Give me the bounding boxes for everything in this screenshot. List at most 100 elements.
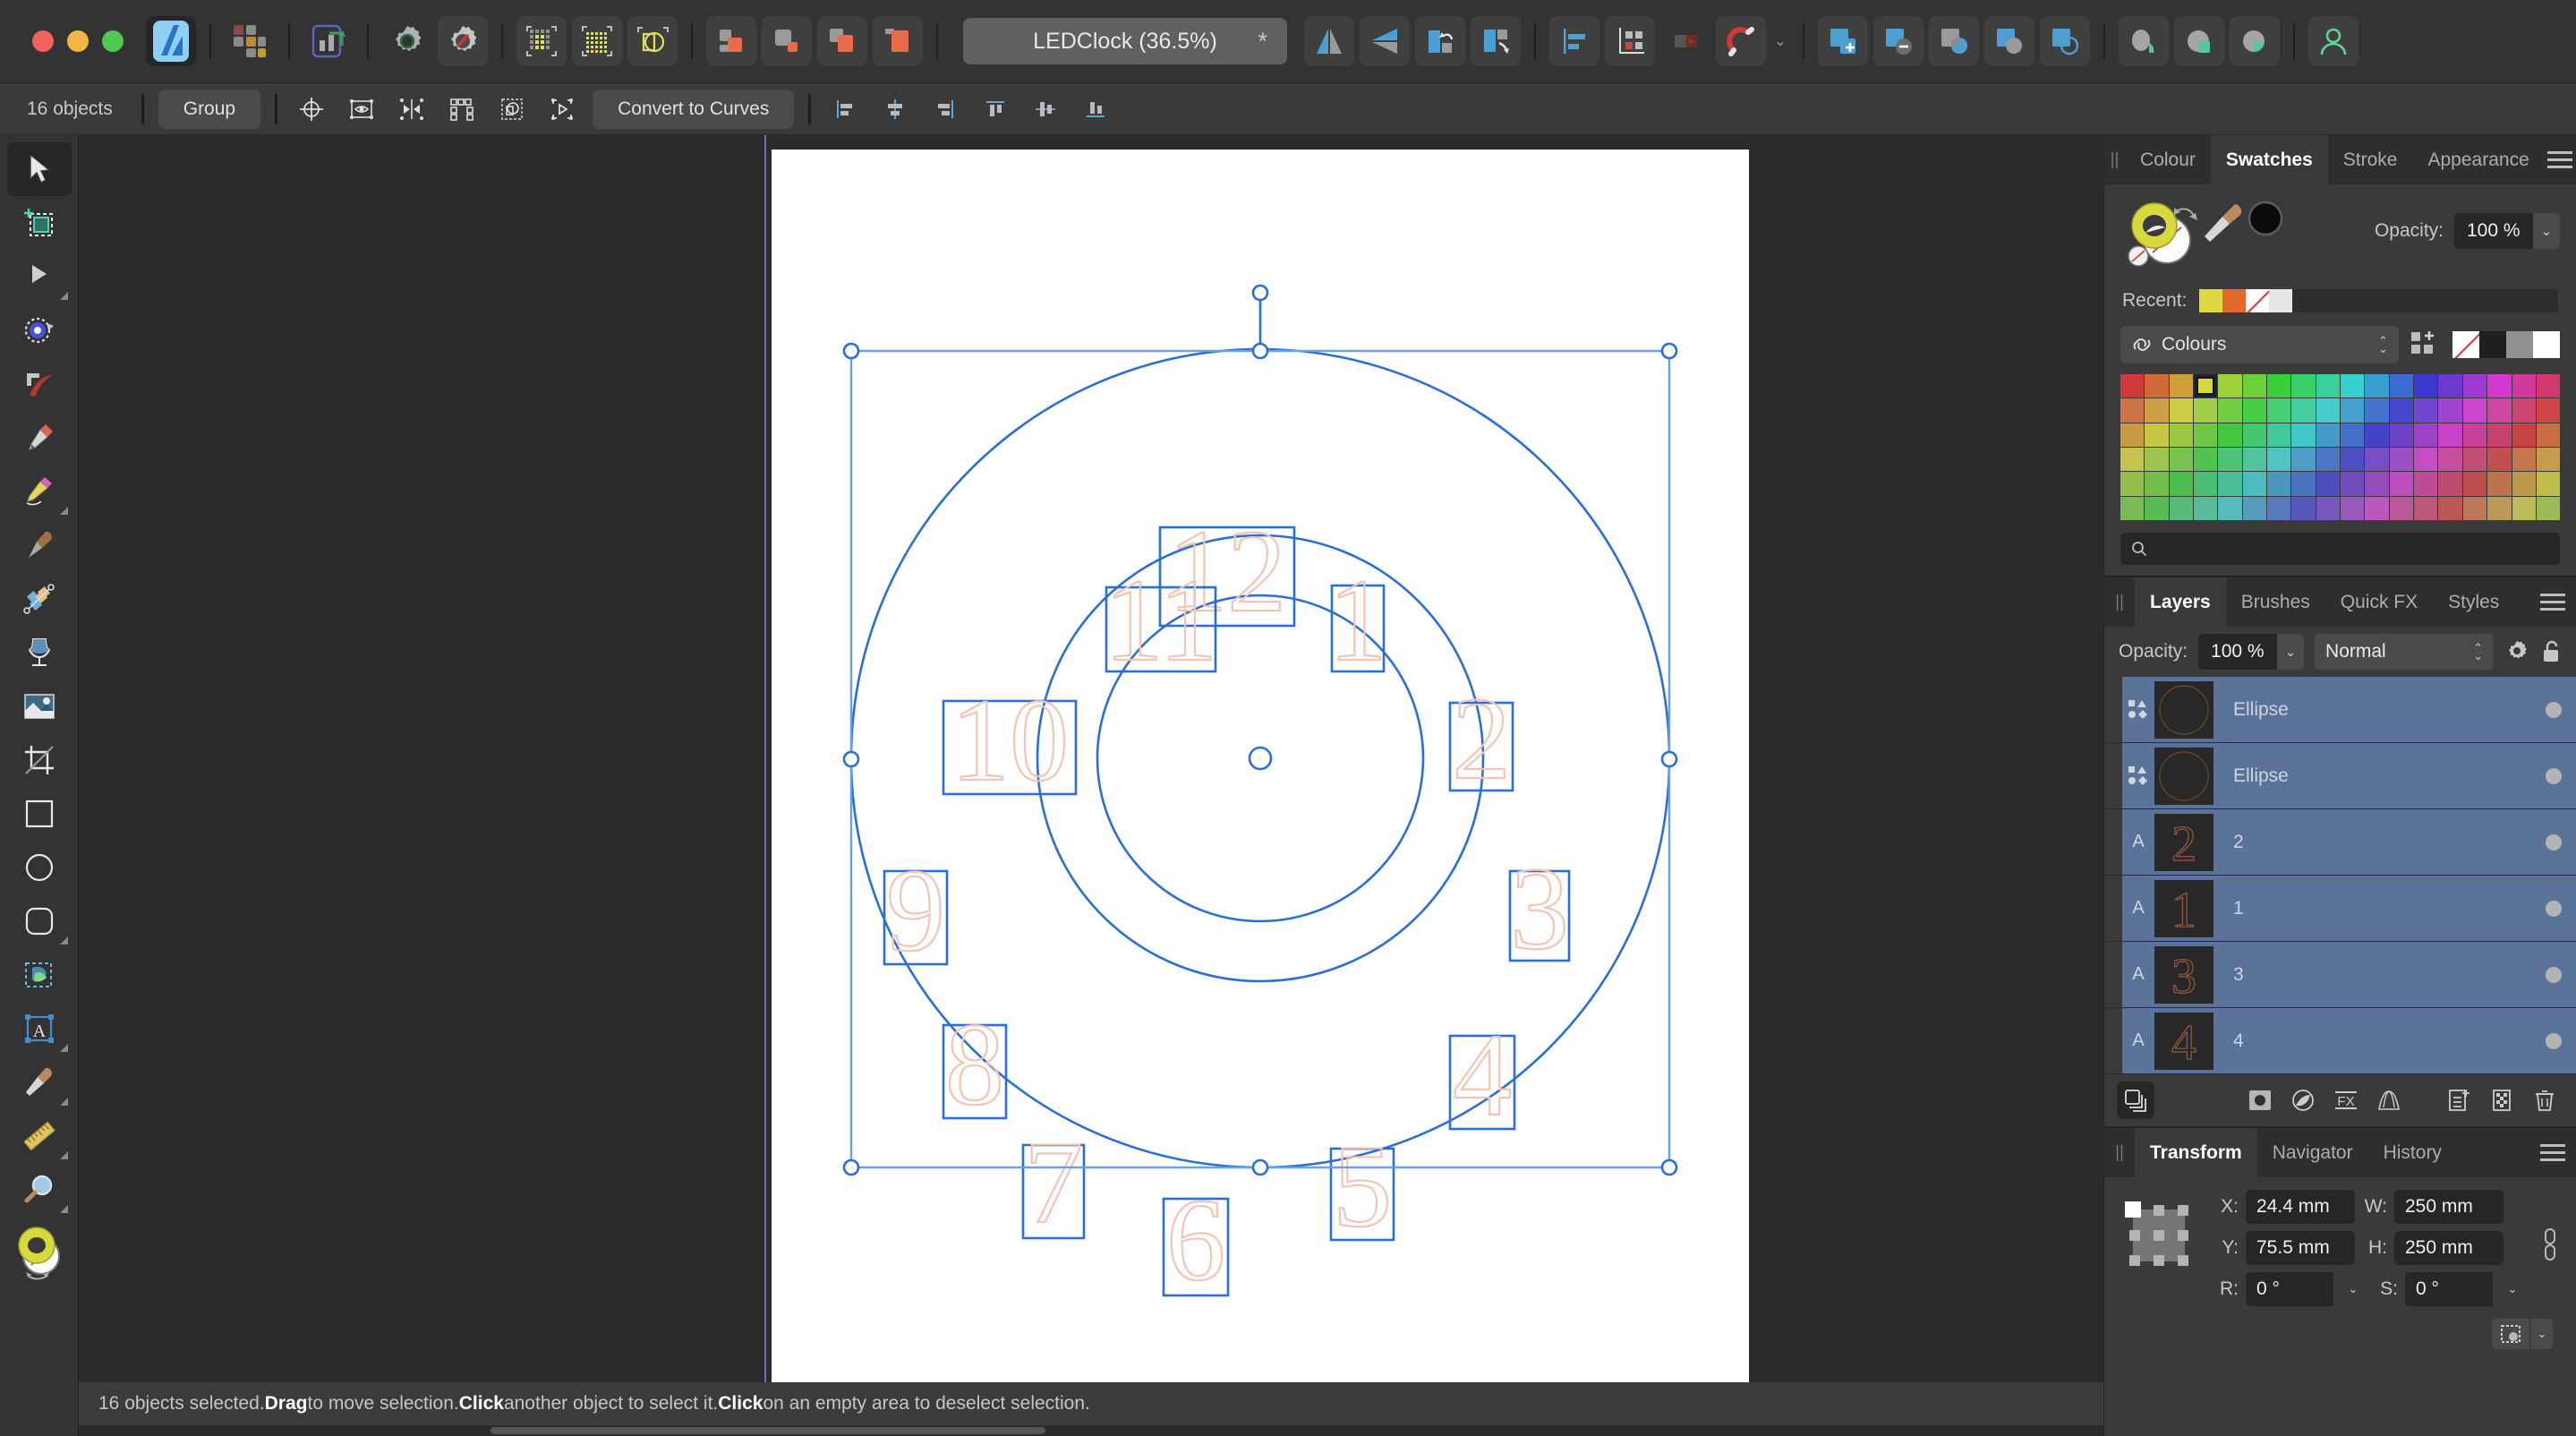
transform-panel-menu-icon[interactable]: [2529, 1128, 2576, 1177]
align-right-icon[interactable]: [923, 90, 968, 129]
colour-swatch[interactable]: [2120, 448, 2145, 472]
measure-tool-flyout-indicator[interactable]: [59, 1151, 68, 1159]
arrange-icon[interactable]: [1605, 16, 1655, 66]
transform-h-input[interactable]: 250 mm: [2394, 1231, 2503, 1266]
transform-x-input[interactable]: 24.4 mm: [2246, 1190, 2355, 1225]
align-bottom-icon[interactable]: [1073, 90, 1118, 129]
transform-s-input[interactable]: 0 °: [2405, 1272, 2493, 1307]
colour-swatch[interactable]: [2242, 374, 2267, 398]
adjustment-icon[interactable]: [2284, 1081, 2322, 1119]
crop-shape-icon[interactable]: [2230, 16, 2280, 66]
colour-swatch[interactable]: [2487, 448, 2512, 472]
insert-inside-icon[interactable]: [490, 90, 534, 129]
colour-swatch[interactable]: [2462, 496, 2487, 521]
artboard-tool[interactable]: [7, 196, 72, 250]
colour-swatch[interactable]: [2169, 472, 2194, 496]
colour-swatch[interactable]: [2462, 374, 2487, 398]
colour-swatch[interactable]: [2487, 472, 2512, 496]
group-button[interactable]: Group: [158, 89, 261, 129]
colour-swatch[interactable]: [2242, 423, 2267, 448]
blend-mode-selector[interactable]: Normal ⌃ ⌄: [2315, 634, 2494, 671]
show-grid-icon[interactable]: [516, 16, 567, 66]
colour-swatch[interactable]: [2267, 496, 2291, 521]
colour-swatch[interactable]: [2341, 374, 2365, 398]
colour-swatch[interactable]: [2389, 398, 2414, 423]
colour-swatch[interactable]: [2462, 423, 2487, 448]
rounded-rectangle-tool[interactable]: [7, 894, 72, 948]
tab-navigator[interactable]: Navigator: [2257, 1128, 2368, 1177]
close-window-button[interactable]: [32, 30, 54, 52]
colour-swatch[interactable]: [2267, 423, 2291, 448]
pencil-tool-flyout-indicator[interactable]: [59, 507, 68, 515]
colour-swatch[interactable]: [2389, 423, 2414, 448]
app-logo-icon[interactable]: [146, 16, 196, 66]
colour-swatch[interactable]: [2267, 448, 2291, 472]
colour-swatch[interactable]: [2512, 374, 2536, 398]
colour-swatch[interactable]: [2512, 496, 2536, 521]
colour-swatch[interactable]: [2218, 423, 2242, 448]
colour-swatch[interactable]: [2291, 496, 2316, 521]
convert-to-curves-preview-icon[interactable]: [540, 90, 584, 129]
layer-effects-gear-icon[interactable]: [2504, 639, 2529, 664]
layer-row[interactable]: Ellipse: [2104, 743, 2576, 810]
colour-swatch[interactable]: [2194, 472, 2218, 496]
guides-manager-icon[interactable]: [627, 16, 678, 66]
corner-swatch-white[interactable]: [2533, 331, 2560, 358]
boolean-add-icon[interactable]: [706, 16, 756, 66]
colour-swatch[interactable]: [2365, 448, 2389, 472]
colour-swatch[interactable]: [2365, 496, 2389, 521]
align-middle-icon[interactable]: [1023, 90, 1068, 129]
export-persona-icon[interactable]: [303, 16, 354, 66]
pen-tool[interactable]: [7, 411, 72, 465]
colour-picker-tool[interactable]: [7, 1056, 72, 1109]
crop-tool[interactable]: [7, 733, 72, 787]
align-left-icon[interactable]: [1549, 16, 1599, 66]
colour-swatch[interactable]: [2194, 398, 2218, 423]
boolean-intersect-icon[interactable]: [817, 16, 867, 66]
colour-swatch[interactable]: [2536, 423, 2561, 448]
snapping-grid-icon[interactable]: [572, 16, 622, 66]
colour-swatch[interactable]: [2291, 398, 2316, 423]
colour-swatch[interactable]: [2389, 472, 2414, 496]
recent-colours-strip[interactable]: [2199, 289, 2558, 312]
colour-swatch[interactable]: [2438, 398, 2462, 423]
corner-swatch-none[interactable]: [2452, 331, 2479, 358]
colour-swatch[interactable]: [2438, 496, 2462, 521]
layer-visibility-toggle[interactable]: [2546, 833, 2562, 850]
colour-swatch[interactable]: [2438, 448, 2462, 472]
palette-stepper-icon[interactable]: ⌃ ⌄: [2378, 335, 2388, 355]
colour-swatch-grid[interactable]: [2120, 374, 2561, 521]
zoom-tool[interactable]: [7, 1163, 72, 1217]
colour-swatch[interactable]: [2462, 448, 2487, 472]
tab-brushes[interactable]: Brushes: [2226, 577, 2325, 627]
colour-swatch[interactable]: [2536, 448, 2561, 472]
tab-styles[interactable]: Styles: [2433, 577, 2514, 627]
colour-swatch[interactable]: [2194, 448, 2218, 472]
colour-swatch[interactable]: [2169, 398, 2194, 423]
geometry-icon[interactable]: [1660, 16, 1710, 66]
magnet-snapping-icon[interactable]: [1716, 16, 1766, 66]
layer-opacity-chevron-down-icon[interactable]: ⌄: [2277, 634, 2305, 671]
tab-swatches[interactable]: Swatches: [2210, 135, 2328, 184]
colour-swatch[interactable]: [2120, 398, 2145, 423]
layer-visibility-toggle[interactable]: [2546, 900, 2562, 917]
shape-tool-flyout-indicator[interactable]: [59, 936, 68, 945]
colour-swatch[interactable]: [2267, 398, 2291, 423]
subtract-layer-icon[interactable]: [1873, 16, 1923, 66]
colour-swatch[interactable]: [2316, 423, 2341, 448]
layers-panel-grip-icon[interactable]: ||: [2104, 577, 2135, 627]
rotate-ccw-icon[interactable]: [1415, 16, 1465, 66]
convert-to-curves-button[interactable]: Convert to Curves: [593, 89, 795, 129]
colour-swatch[interactable]: [2389, 496, 2414, 521]
clip-icon[interactable]: [2174, 16, 2224, 66]
layer-row[interactable]: A 4 4: [2104, 1008, 2576, 1075]
align-top-icon[interactable]: [973, 90, 1018, 129]
minimize-window-button[interactable]: [67, 30, 89, 52]
pencil-tool[interactable]: [7, 465, 72, 518]
move-tool[interactable]: [6, 142, 72, 196]
corner-swatch-black[interactable]: [2479, 331, 2506, 358]
show-hide-icon[interactable]: [339, 90, 384, 129]
colour-swatch[interactable]: [2242, 448, 2267, 472]
colour-swatch[interactable]: [2169, 423, 2194, 448]
node-tool-flyout-indicator[interactable]: [59, 292, 68, 300]
